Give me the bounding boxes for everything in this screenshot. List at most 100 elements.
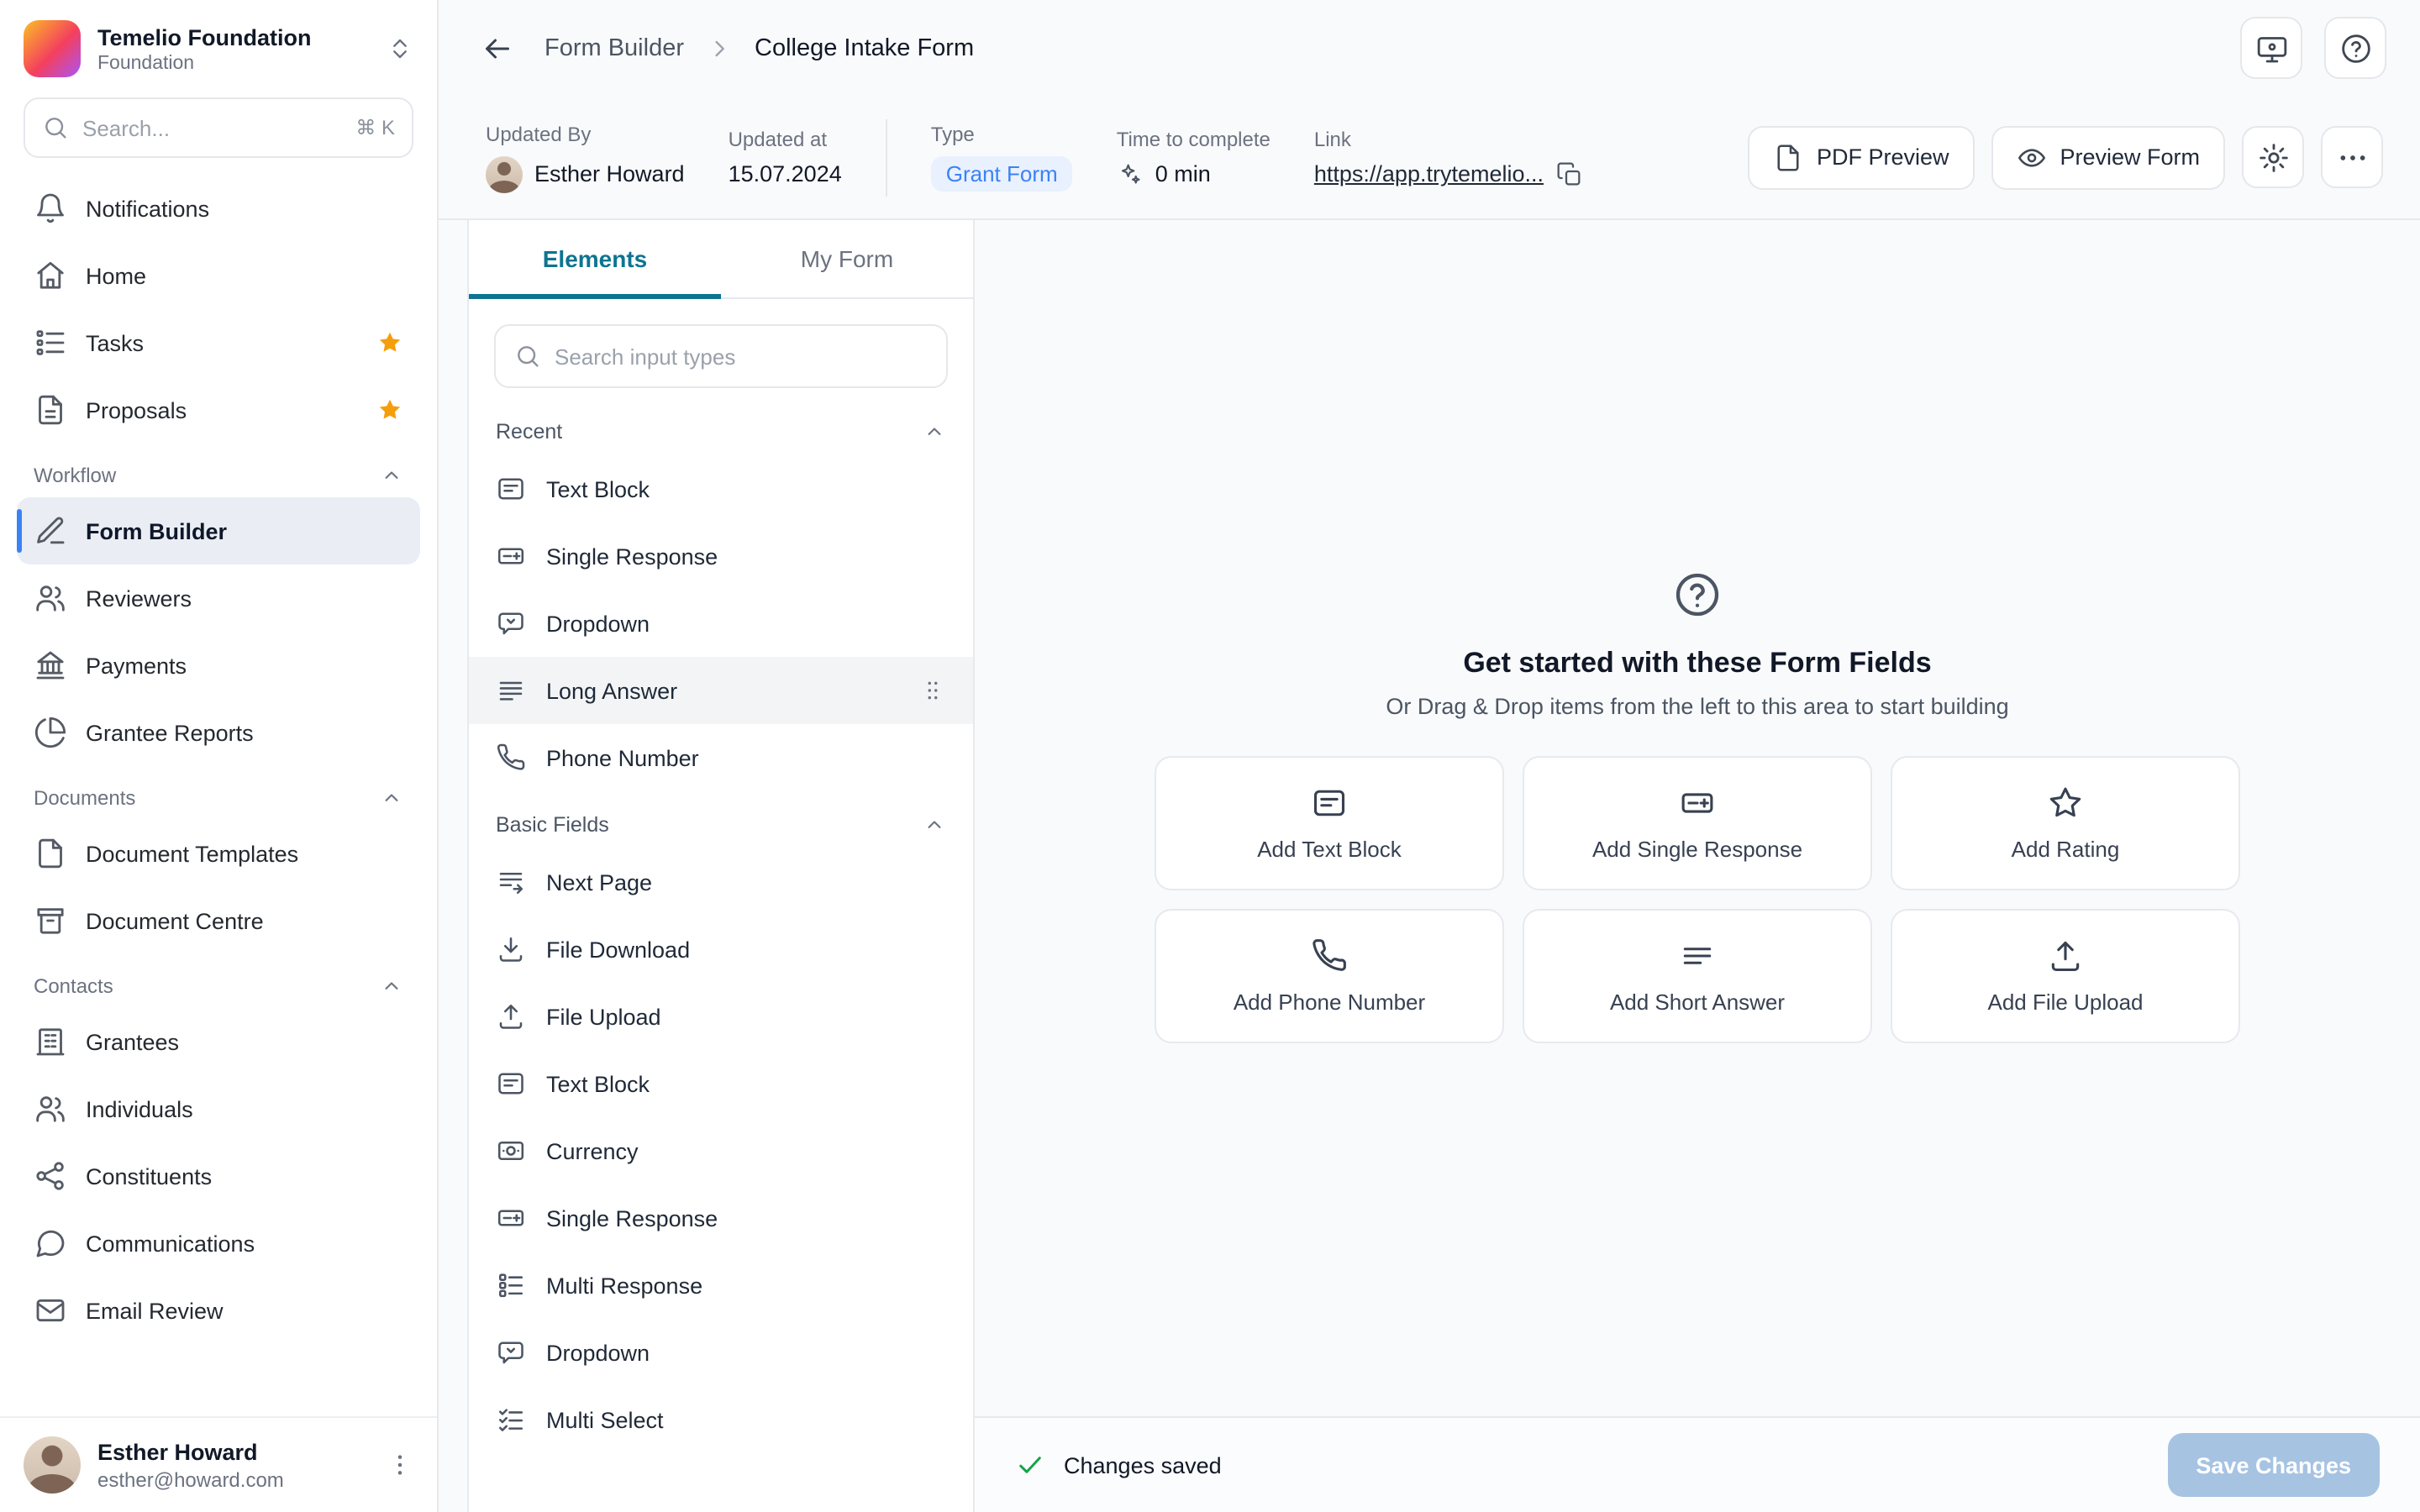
user-menu[interactable]: Esther Howard esther@howard.com xyxy=(0,1416,437,1512)
user-email: esther@howard.com xyxy=(97,1467,370,1491)
form-link[interactable]: https://app.trytemelio... xyxy=(1314,161,1544,186)
canvas-drop-area[interactable]: Get started with these Form Fields Or Dr… xyxy=(975,220,2420,1416)
element-item-phone-number[interactable]: Phone Number xyxy=(469,724,973,791)
add-text-block-card[interactable]: Add Text Block xyxy=(1155,756,1504,890)
element-item-dropdown[interactable]: Dropdown xyxy=(469,1319,973,1386)
group-header-recent[interactable]: Recent xyxy=(469,398,973,455)
add-short-answer-card[interactable]: Add Short Answer xyxy=(1523,909,1872,1043)
sidebar-item-notifications[interactable]: Notifications xyxy=(17,175,420,242)
star-icon[interactable] xyxy=(376,396,403,423)
pdf-preview-label: PDF Preview xyxy=(1817,144,1949,170)
breadcrumb-parent[interactable]: Form Builder xyxy=(544,34,684,61)
sidebar-item-label: Form Builder xyxy=(86,518,227,543)
element-item-text-block[interactable]: Text Block xyxy=(469,1050,973,1117)
sidebar-item-label: Email Review xyxy=(86,1298,224,1323)
global-search[interactable]: ⌘ K xyxy=(24,97,413,158)
element-item-single-response[interactable]: Single Response xyxy=(469,522,973,590)
sidebar-item-tasks[interactable]: Tasks xyxy=(17,309,420,376)
form-settings-button[interactable] xyxy=(2242,126,2304,188)
add-phone-number-card[interactable]: Add Phone Number xyxy=(1155,909,1504,1043)
add-file-upload-card[interactable]: Add File Upload xyxy=(1891,909,2240,1043)
org-switcher[interactable]: Temelio Foundation Foundation xyxy=(0,0,437,94)
sidebar-item-document-centre[interactable]: Document Centre xyxy=(17,887,420,954)
input-types-search[interactable] xyxy=(494,324,948,388)
sidebar-item-label: Payments xyxy=(86,653,187,678)
reviewers-icon xyxy=(34,581,67,615)
preview-form-button[interactable]: Preview Form xyxy=(1991,125,2225,189)
sidebar-item-individuals[interactable]: Individuals xyxy=(17,1075,420,1142)
group-header-basic-fields[interactable]: Basic Fields xyxy=(469,791,973,848)
time-to-complete-group: Time to complete 0 min xyxy=(1117,127,1270,187)
empty-state-title: Get started with these Form Fields xyxy=(1463,647,1931,680)
pdf-preview-button[interactable]: PDF Preview xyxy=(1748,125,1975,189)
element-label: Multi Response xyxy=(546,1273,702,1298)
sidebar-item-label: Document Centre xyxy=(86,908,264,933)
single-response-icon xyxy=(496,541,526,571)
updated-at-label: Updated at xyxy=(729,128,842,151)
star-icon[interactable] xyxy=(376,329,403,356)
gear-icon xyxy=(2256,140,2290,174)
payments-icon xyxy=(34,648,67,682)
sidebar-item-label: Communications xyxy=(86,1231,255,1256)
elements-panel: Elements My Form Recent Text Block xyxy=(467,220,975,1512)
copy-icon[interactable] xyxy=(1555,160,1582,187)
updated-by-avatar xyxy=(486,155,523,192)
tab-elements[interactable]: Elements xyxy=(469,220,721,297)
global-search-input[interactable] xyxy=(82,115,342,140)
sidebar-item-proposals[interactable]: Proposals xyxy=(17,376,420,444)
more-options-button[interactable] xyxy=(2321,126,2383,188)
sidebar-item-payments[interactable]: Payments xyxy=(17,632,420,699)
document-centre-icon xyxy=(34,904,67,937)
element-item-single-response[interactable]: Single Response xyxy=(469,1184,973,1252)
back-button[interactable] xyxy=(472,23,523,73)
sidebar-item-email-review[interactable]: Email Review xyxy=(17,1277,420,1344)
element-label: Dropdown xyxy=(546,611,650,636)
element-item-multi-response[interactable]: Multi Response xyxy=(469,1252,973,1319)
drag-handle-icon[interactable] xyxy=(919,677,946,704)
sidebar-item-constituents[interactable]: Constituents xyxy=(17,1142,420,1210)
text-block-icon xyxy=(496,1068,526,1099)
section-header-documents[interactable]: Documents xyxy=(0,766,437,820)
tab-my-form[interactable]: My Form xyxy=(721,220,973,297)
preview-form-label: Preview Form xyxy=(2060,144,2200,170)
help-icon xyxy=(2338,31,2372,65)
individuals-icon xyxy=(34,1092,67,1126)
card-label: Add Short Answer xyxy=(1610,990,1785,1015)
save-changes-button[interactable]: Save Changes xyxy=(2167,1433,2380,1497)
section-header-workflow[interactable]: Workflow xyxy=(0,444,437,497)
element-item-text-block[interactable]: Text Block xyxy=(469,455,973,522)
proposals-icon xyxy=(34,393,67,427)
element-item-currency[interactable]: Currency xyxy=(469,1117,973,1184)
question-circle-icon xyxy=(1672,570,1723,620)
chevron-right-icon xyxy=(706,34,733,61)
sidebar-item-document-templates[interactable]: Document Templates xyxy=(17,820,420,887)
input-types-search-input[interactable] xyxy=(555,344,928,369)
element-item-file-download[interactable]: File Download xyxy=(469,916,973,983)
sidebar-item-grantees[interactable]: Grantees xyxy=(17,1008,420,1075)
add-single-response-card[interactable]: Add Single Response xyxy=(1523,756,1872,890)
add-rating-card[interactable]: Add Rating xyxy=(1891,756,2240,890)
home-icon xyxy=(34,259,67,292)
element-item-long-answer[interactable]: Long Answer xyxy=(469,657,973,724)
help-button[interactable] xyxy=(2324,17,2386,79)
element-item-file-upload[interactable]: File Upload xyxy=(469,983,973,1050)
element-item-dropdown[interactable]: Dropdown xyxy=(469,590,973,657)
section-header-contacts[interactable]: Contacts xyxy=(0,954,437,1008)
sidebar-item-form-builder[interactable]: Form Builder xyxy=(17,497,420,564)
present-preview-button[interactable] xyxy=(2240,17,2302,79)
short-answer-icon xyxy=(1679,937,1716,974)
sidebar-item-grantee-reports[interactable]: Grantee Reports xyxy=(17,699,420,766)
dots-vertical-icon[interactable] xyxy=(387,1452,413,1478)
chevrons-up-down-icon xyxy=(387,35,413,62)
updated-by-label: Updated By xyxy=(486,122,685,145)
element-item-multi-select[interactable]: Multi Select xyxy=(469,1386,973,1453)
save-status: Changes saved xyxy=(1015,1450,1222,1480)
sidebar-item-label: Notifications xyxy=(86,196,209,221)
sidebar-item-reviewers[interactable]: Reviewers xyxy=(17,564,420,632)
sidebar-item-home[interactable]: Home xyxy=(17,242,420,309)
main-area: Form Builder College Intake Form Updated… xyxy=(439,0,2420,1512)
chevron-up-icon xyxy=(380,974,403,998)
monitor-icon xyxy=(2254,31,2288,65)
sidebar-item-communications[interactable]: Communications xyxy=(17,1210,420,1277)
element-item-next-page[interactable]: Next Page xyxy=(469,848,973,916)
